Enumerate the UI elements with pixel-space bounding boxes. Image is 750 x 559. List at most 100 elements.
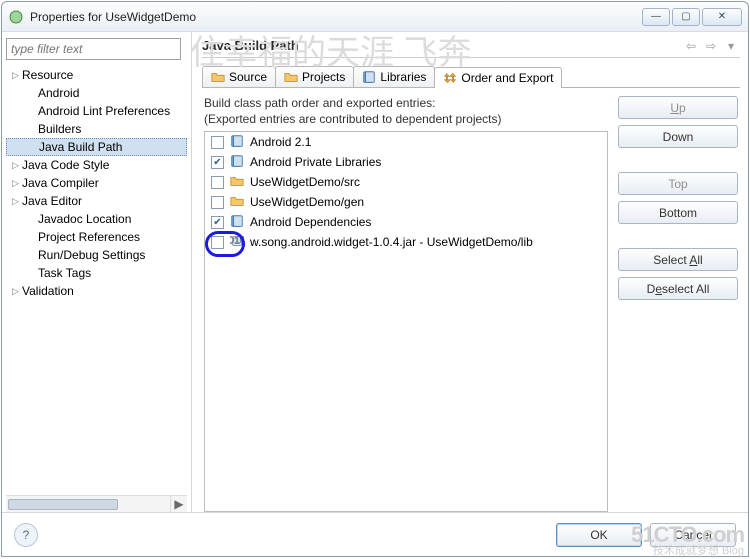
- tree-item-javadoc-location[interactable]: Javadoc Location: [6, 210, 187, 228]
- checkbox[interactable]: [211, 196, 224, 209]
- tabs: Source Projects Libraries Order and Export: [202, 66, 740, 88]
- back-icon[interactable]: ⇦: [682, 39, 700, 53]
- tree-item-java-editor[interactable]: ▷Java Editor: [6, 192, 187, 210]
- entry-row[interactable]: Android 2.1: [205, 132, 607, 152]
- left-tree-pane: ▷ResourceAndroidAndroid Lint Preferences…: [2, 32, 192, 512]
- entry-row[interactable]: UseWidgetDemo/gen: [205, 192, 607, 212]
- tree-item-java-compiler[interactable]: ▷Java Compiler: [6, 174, 187, 192]
- tree-item-label: Validation: [22, 284, 74, 298]
- description-line-2: (Exported entries are contributed to dep…: [204, 112, 608, 128]
- tree-item-label: Resource: [22, 68, 73, 82]
- category-tree[interactable]: ▷ResourceAndroidAndroid Lint Preferences…: [6, 66, 187, 495]
- order-icon: [443, 71, 457, 85]
- tab-label: Projects: [302, 70, 345, 84]
- checkbox[interactable]: [211, 236, 224, 249]
- tree-item-builders[interactable]: Builders: [6, 120, 187, 138]
- entry-label: Android 2.1: [250, 135, 311, 149]
- tab-label: Source: [229, 70, 267, 84]
- book-icon: [230, 134, 244, 151]
- checkbox[interactable]: [211, 136, 224, 149]
- tree-item-run-debug-settings[interactable]: Run/Debug Settings: [6, 246, 187, 264]
- dialog-window: Properties for UseWidgetDemo — ▢ ✕ ▷Reso…: [1, 1, 749, 557]
- book-icon: [362, 70, 376, 84]
- right-content-pane: Java Build Path ⇦ ⇨ ▾ Source Projects Libr…: [192, 32, 748, 512]
- tree-item-resource[interactable]: ▷Resource: [6, 66, 187, 84]
- window-title: Properties for UseWidgetDemo: [30, 10, 642, 24]
- tree-item-label: Javadoc Location: [38, 212, 131, 226]
- expand-icon: ▷: [12, 286, 22, 297]
- tree-item-label: Android: [38, 86, 79, 100]
- bottom-bar: ? OK Cancel: [2, 512, 748, 556]
- forward-icon[interactable]: ⇨: [702, 39, 720, 53]
- entry-label: UseWidgetDemo/gen: [250, 195, 364, 209]
- entry-row[interactable]: ✔ Android Dependencies: [205, 212, 607, 232]
- tree-item-label: Run/Debug Settings: [38, 248, 145, 262]
- tree-item-label: Java Code Style: [22, 158, 109, 172]
- page-nav: ⇦ ⇨ ▾: [682, 39, 740, 53]
- tree-item-label: Builders: [38, 122, 81, 136]
- scrollbar-thumb[interactable]: [8, 499, 118, 510]
- bottom-button[interactable]: Bottom: [618, 201, 738, 224]
- tab-projects[interactable]: Projects: [275, 66, 354, 87]
- up-button[interactable]: Up: [618, 96, 738, 119]
- expand-icon: ▷: [12, 196, 22, 207]
- tree-item-label: Android Lint Preferences: [38, 104, 170, 118]
- svg-text:010: 010: [230, 234, 244, 246]
- help-icon[interactable]: ?: [14, 523, 38, 547]
- folder-icon: [211, 70, 225, 84]
- down-button[interactable]: Down: [618, 125, 738, 148]
- entry-row[interactable]: ✔ Android Private Libraries: [205, 152, 607, 172]
- tree-item-android[interactable]: Android: [6, 84, 187, 102]
- expand-icon: ▷: [12, 70, 22, 81]
- tree-item-project-references[interactable]: Project References: [6, 228, 187, 246]
- app-icon: [8, 9, 24, 25]
- minimize-button[interactable]: —: [642, 8, 670, 26]
- maximize-button[interactable]: ▢: [672, 8, 700, 26]
- tab-label: Libraries: [380, 70, 426, 84]
- deselect-all-button[interactable]: Deselect All: [618, 277, 738, 300]
- folder-icon: [230, 194, 244, 211]
- tree-item-validation[interactable]: ▷Validation: [6, 282, 187, 300]
- titlebar: Properties for UseWidgetDemo — ▢ ✕: [2, 2, 748, 32]
- entry-label: Android Private Libraries: [250, 155, 381, 169]
- page-title: Java Build Path: [202, 38, 682, 53]
- description-line-1: Build class path order and exported entr…: [204, 96, 608, 112]
- tree-item-java-code-style[interactable]: ▷Java Code Style: [6, 156, 187, 174]
- scrollbar-right-arrow-icon[interactable]: ▶: [170, 496, 187, 513]
- tree-item-label: Project References: [38, 230, 140, 244]
- select-all-button[interactable]: Select All: [618, 248, 738, 271]
- tree-item-android-lint-preferences[interactable]: Android Lint Preferences: [6, 102, 187, 120]
- folder-icon: [230, 174, 244, 191]
- filter-input[interactable]: [6, 38, 181, 60]
- entry-label: Android Dependencies: [250, 215, 371, 229]
- horizontal-scrollbar[interactable]: ▶: [6, 495, 187, 512]
- tab-order-and-export[interactable]: Order and Export: [434, 67, 562, 88]
- expand-icon: ▷: [12, 160, 22, 171]
- entry-row[interactable]: 010 w.song.android.widget-1.0.4.jar - Use…: [205, 232, 607, 252]
- ok-button[interactable]: OK: [556, 523, 642, 547]
- checkbox[interactable]: [211, 176, 224, 189]
- book-icon: [230, 214, 244, 231]
- top-button[interactable]: Top: [618, 172, 738, 195]
- entries-list[interactable]: Android 2.1 ✔ Android Private Libraries Use…: [204, 131, 608, 512]
- tab-label: Order and Export: [461, 71, 553, 85]
- checkbox[interactable]: ✔: [211, 156, 224, 169]
- tree-item-label: Task Tags: [38, 266, 91, 280]
- folder-icon: [284, 70, 298, 84]
- entry-row[interactable]: UseWidgetDemo/src: [205, 172, 607, 192]
- menu-dropdown-icon[interactable]: ▾: [722, 39, 740, 53]
- expand-icon: ▷: [12, 178, 22, 189]
- entry-label: w.song.android.widget-1.0.4.jar - UseWid…: [250, 235, 533, 249]
- tree-item-java-build-path[interactable]: Java Build Path: [6, 138, 187, 156]
- cancel-button[interactable]: Cancel: [650, 523, 736, 547]
- tree-item-label: Java Build Path: [39, 140, 122, 154]
- tab-libraries[interactable]: Libraries: [353, 66, 435, 87]
- tree-item-label: Java Editor: [22, 194, 82, 208]
- tree-item-task-tags[interactable]: Task Tags: [6, 264, 187, 282]
- book-icon: [230, 154, 244, 171]
- jar-icon: 010: [230, 234, 244, 251]
- tab-source[interactable]: Source: [202, 66, 276, 87]
- checkbox[interactable]: ✔: [211, 216, 224, 229]
- tree-item-label: Java Compiler: [22, 176, 99, 190]
- close-button[interactable]: ✕: [702, 8, 742, 26]
